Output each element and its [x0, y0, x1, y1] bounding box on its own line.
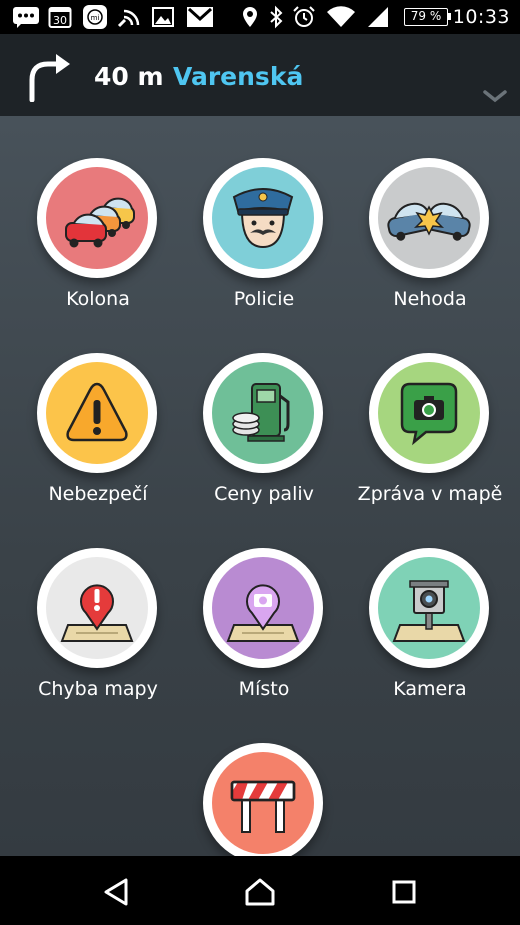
navigation-header[interactable]: 40 m Varenská	[0, 34, 520, 116]
mi-fit-icon: mi	[82, 0, 108, 34]
report-label: Chyba mapy	[38, 678, 158, 700]
report-ceny-paliv-button[interactable]: Ceny paliv	[181, 311, 347, 505]
status-bar: 30 mi 79 % 10:33	[0, 0, 520, 34]
battery-icon: 79 %	[404, 8, 451, 26]
back-icon[interactable]	[96, 874, 136, 910]
report-circle	[203, 548, 323, 668]
turn-right-icon	[29, 54, 70, 102]
report-zprava-v-mape-button[interactable]: Zpráva v mapě	[347, 311, 513, 505]
speed-camera-icon	[392, 580, 466, 642]
gallery-icon	[152, 0, 174, 34]
report-menu: Kolona Policie Nehoda Nebezpečí Ceny pal…	[0, 116, 520, 856]
svg-text:mi: mi	[91, 14, 100, 22]
report-circle	[203, 158, 323, 278]
chevron-down-icon[interactable]	[482, 89, 508, 103]
report-misto-button[interactable]: Místo	[181, 506, 347, 700]
recents-icon[interactable]	[384, 874, 424, 910]
report-chyba-mapy-button[interactable]: Chyba mapy	[15, 506, 181, 700]
place-icon	[226, 584, 300, 642]
report-kamera-button[interactable]: Kamera	[347, 506, 513, 700]
gas-station-icon	[232, 383, 290, 442]
report-label: Nehoda	[393, 288, 467, 310]
report-circle	[369, 353, 489, 473]
calendar-30-icon: 30	[48, 0, 72, 34]
turn-distance: 40 m	[94, 62, 164, 91]
report-circle	[37, 353, 157, 473]
report-label: Zpráva v mapě	[357, 483, 503, 505]
gmail-icon	[186, 0, 214, 34]
android-navigation-bar	[0, 856, 520, 925]
report-label: Kolona	[66, 288, 130, 310]
report-circle	[203, 743, 323, 856]
report-circle	[37, 548, 157, 668]
report-circle	[369, 158, 489, 278]
alarm-icon	[292, 0, 316, 34]
report-label: Kamera	[393, 678, 467, 700]
report-uzavirka-button[interactable]	[181, 701, 347, 856]
police-icon	[232, 188, 294, 249]
report-label: Nebezpečí	[48, 483, 148, 505]
report-kolona-button[interactable]: Kolona	[15, 116, 181, 310]
traffic-jam-icon	[65, 197, 135, 248]
wifi-icon	[326, 0, 356, 34]
report-nehoda-button[interactable]: Nehoda	[347, 116, 513, 310]
street-name: Varenská	[173, 62, 304, 91]
report-policie-button[interactable]: Policie	[181, 116, 347, 310]
report-circle	[203, 353, 323, 473]
bluetooth-icon	[268, 0, 284, 34]
report-circle	[369, 548, 489, 668]
svg-text:30: 30	[53, 14, 67, 27]
hazard-icon	[66, 382, 128, 442]
road-closure-icon	[230, 780, 296, 833]
accident-icon	[387, 202, 471, 241]
report-nebezpeci-button[interactable]: Nebezpečí	[15, 311, 181, 505]
home-icon[interactable]	[240, 874, 280, 910]
report-circle	[37, 158, 157, 278]
map-error-icon	[60, 584, 134, 642]
report-label: Ceny paliv	[214, 483, 314, 505]
signal-icon	[366, 0, 390, 34]
clock: 10:33	[452, 6, 510, 28]
report-label: Policie	[233, 288, 295, 310]
location-icon	[242, 0, 258, 34]
report-label: Místo	[238, 678, 290, 700]
map-chat-icon	[400, 382, 458, 446]
wifi-calling-icon	[116, 0, 142, 34]
messages-icon	[12, 0, 40, 34]
